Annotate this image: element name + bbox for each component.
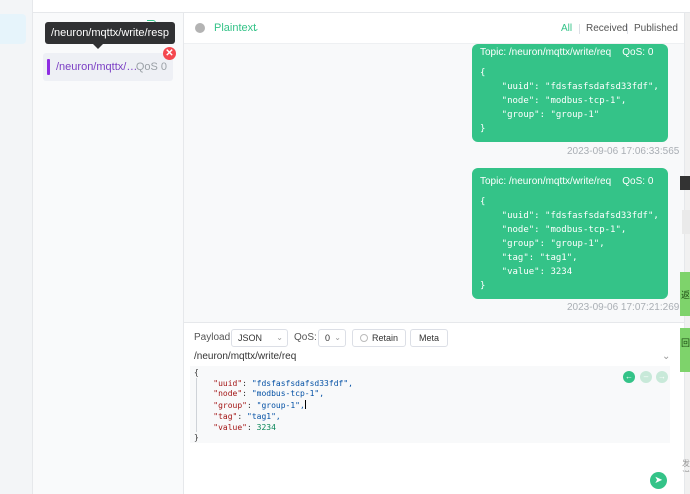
background-window-text: 发送 — [682, 459, 690, 472]
vertical-scrollbar[interactable] — [684, 13, 690, 494]
background-window-button: 返 — [680, 272, 690, 316]
background-window-button: 回 — [680, 328, 690, 372]
subscription-color-bar — [47, 59, 50, 75]
left-nav-strip — [0, 0, 33, 494]
publish-topic-input[interactable]: /neuron/mqttx/write/req — [194, 350, 296, 364]
subscription-tooltip: /neuron/mqttx/write/resp — [45, 22, 175, 49]
payload-editor[interactable]: { "uuid": "fdsfasfsdafsd33fdf", "node": … — [190, 366, 670, 443]
filter-divider — [627, 24, 628, 34]
text-cursor — [304, 400, 306, 410]
top-bar — [33, 0, 690, 13]
connection-status-dot — [195, 23, 205, 33]
background-window-fragment — [680, 176, 690, 190]
qos-value: 0 — [325, 333, 331, 343]
payload-type-select[interactable]: JSON ⌄ — [231, 329, 288, 347]
message-toolbar: Plaintext ⌄ All Received Published — [184, 13, 684, 44]
background-window-fragment — [682, 210, 690, 234]
retain-toggle[interactable]: Retain — [352, 329, 406, 347]
filter-received[interactable]: Received — [586, 13, 628, 44]
history-back-icon[interactable]: ← — [623, 371, 635, 383]
meta-button[interactable]: Meta — [410, 329, 448, 347]
payload-editor-text: { "uuid": "fdsfasfsdafsd33fdf", "node": … — [194, 368, 353, 443]
message-bubble[interactable]: Topic: /neuron/mqttx/write/req QoS: 0 { … — [472, 168, 668, 299]
qos-select[interactable]: 0 ⌄ — [318, 329, 346, 347]
message-topic: Topic: /neuron/mqttx/write/req QoS: 0 — [480, 47, 654, 58]
history-clear-icon[interactable]: – — [640, 371, 652, 383]
message-payload: { "uuid": "fdsfasfsdafsd33fdf", "node": … — [480, 197, 659, 291]
close-icon[interactable]: ✕ — [163, 47, 176, 60]
format-select[interactable]: Plaintext — [214, 13, 256, 44]
message-topic: Topic: /neuron/mqttx/write/req QoS: 0 — [480, 176, 654, 187]
message-timestamp: 2023-09-06 17:06:33:565 — [567, 146, 680, 157]
radio-icon — [359, 334, 368, 342]
subscription-item[interactable]: /neuron/mqttx/w... QoS 0 — [43, 53, 173, 81]
chevron-down-icon[interactable]: ⌄ — [662, 350, 670, 364]
retain-label: Retain — [371, 333, 398, 343]
message-bubble[interactable]: Topic: /neuron/mqttx/write/req QoS: 0 { … — [472, 44, 668, 142]
chevron-down-icon: ⌄ — [334, 333, 341, 342]
filter-all[interactable]: All — [561, 13, 572, 44]
qos-label: QoS: — [294, 332, 317, 343]
payload-label: Payload: — [194, 332, 233, 343]
filter-divider — [579, 24, 580, 34]
message-timestamp: 2023-09-06 17:07:21:269 — [567, 302, 680, 313]
message-payload: { "uuid": "fdsfasfsdafsd33fdf", "node": … — [480, 68, 659, 134]
subscription-qos: QoS 0 — [135, 61, 167, 73]
left-nav-selected-item[interactable] — [0, 14, 26, 44]
send-icon[interactable]: ➤ — [650, 472, 667, 489]
subscription-topic: /neuron/mqttx/w... — [56, 61, 138, 73]
chevron-down-icon[interactable]: ⌄ — [252, 13, 260, 44]
filter-published[interactable]: Published — [634, 13, 678, 44]
chevron-down-icon: ⌄ — [276, 333, 283, 342]
payload-type-value: JSON — [238, 333, 263, 343]
history-forward-icon[interactable]: → — [656, 371, 668, 383]
